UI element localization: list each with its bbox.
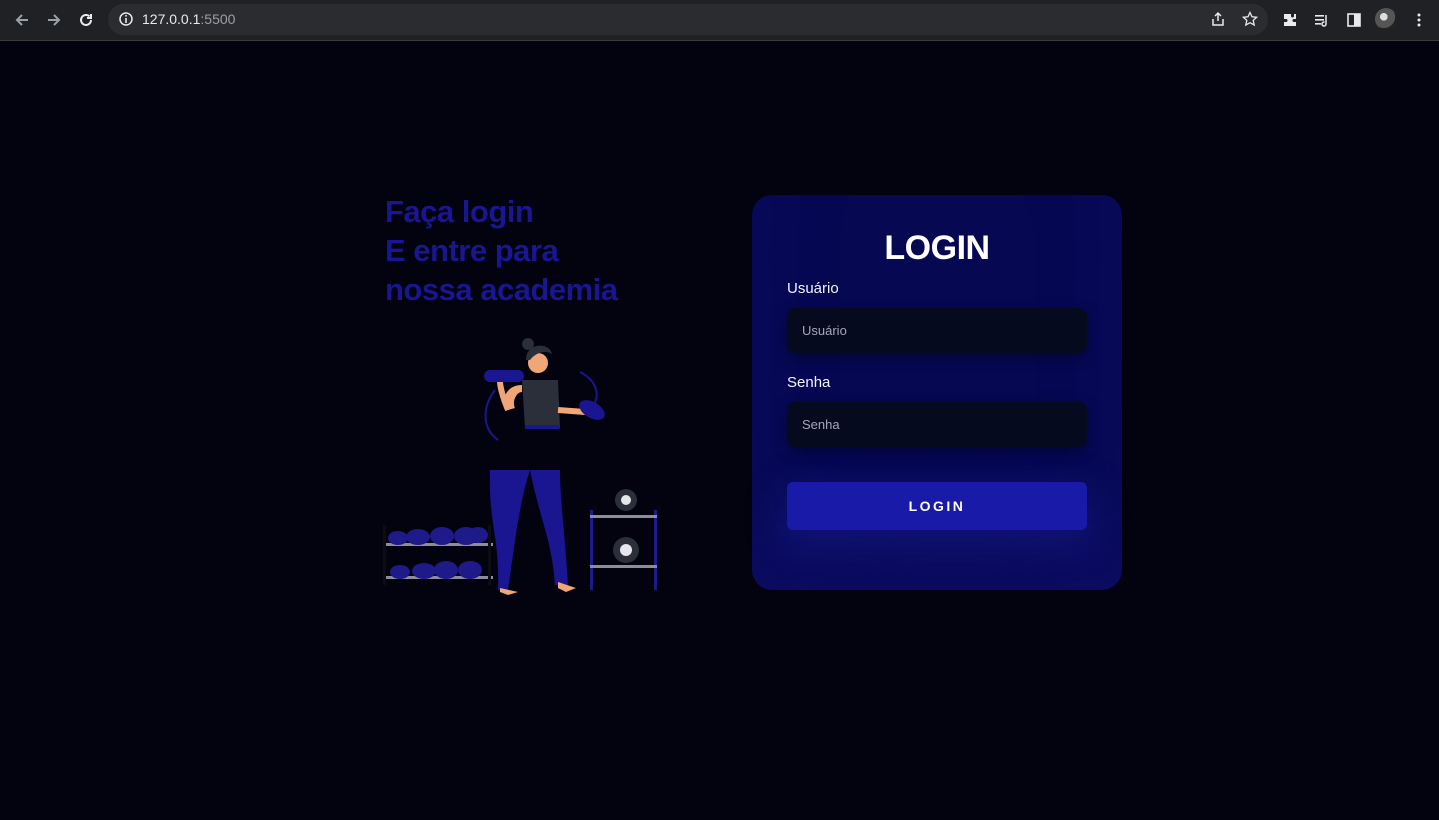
arrow-right-icon bbox=[48, 14, 61, 26]
arrow-left-icon bbox=[15, 14, 28, 26]
reload-icon bbox=[80, 13, 92, 26]
hero-headline: Faça login E entre para nossa academia bbox=[385, 192, 725, 309]
reload-button[interactable] bbox=[74, 8, 98, 32]
kebab-menu-icon[interactable] bbox=[1407, 8, 1431, 32]
username-label: Usuário bbox=[787, 280, 839, 297]
site-info-icon[interactable] bbox=[118, 11, 134, 32]
hero-line-1: Faça login bbox=[385, 194, 534, 229]
username-input[interactable] bbox=[787, 308, 1087, 353]
url-host: 127.0.0.1 bbox=[142, 11, 201, 27]
login-button[interactable]: LOGIN bbox=[787, 482, 1087, 530]
hero-line-2: E entre para bbox=[385, 233, 559, 268]
password-label: Senha bbox=[787, 374, 831, 391]
side-panel-icon[interactable] bbox=[1342, 8, 1366, 32]
bookmark-star-icon[interactable] bbox=[1238, 7, 1262, 31]
media-queue-icon[interactable] bbox=[1310, 8, 1334, 32]
password-input[interactable] bbox=[787, 402, 1087, 447]
share-icon[interactable] bbox=[1206, 7, 1230, 31]
url-text: 127.0.0.1:5500 bbox=[142, 11, 235, 27]
kettlebell-rack bbox=[590, 489, 657, 590]
url-port: :5500 bbox=[200, 11, 236, 27]
profile-avatar[interactable] bbox=[1375, 8, 1397, 30]
dumbbell-rack bbox=[383, 525, 493, 585]
woman-figure bbox=[484, 338, 605, 595]
hero-line-3: nossa academia bbox=[385, 272, 618, 307]
address-bar[interactable]: 127.0.0.1:5500 bbox=[108, 4, 1268, 35]
gym-woman-illustration bbox=[383, 338, 657, 595]
login-title: LOGIN bbox=[884, 229, 990, 267]
browser-toolbar: 127.0.0.1:5500 bbox=[0, 0, 1439, 41]
extensions-icon[interactable] bbox=[1278, 8, 1302, 32]
back-button[interactable] bbox=[10, 8, 34, 32]
forward-button[interactable] bbox=[42, 8, 66, 32]
